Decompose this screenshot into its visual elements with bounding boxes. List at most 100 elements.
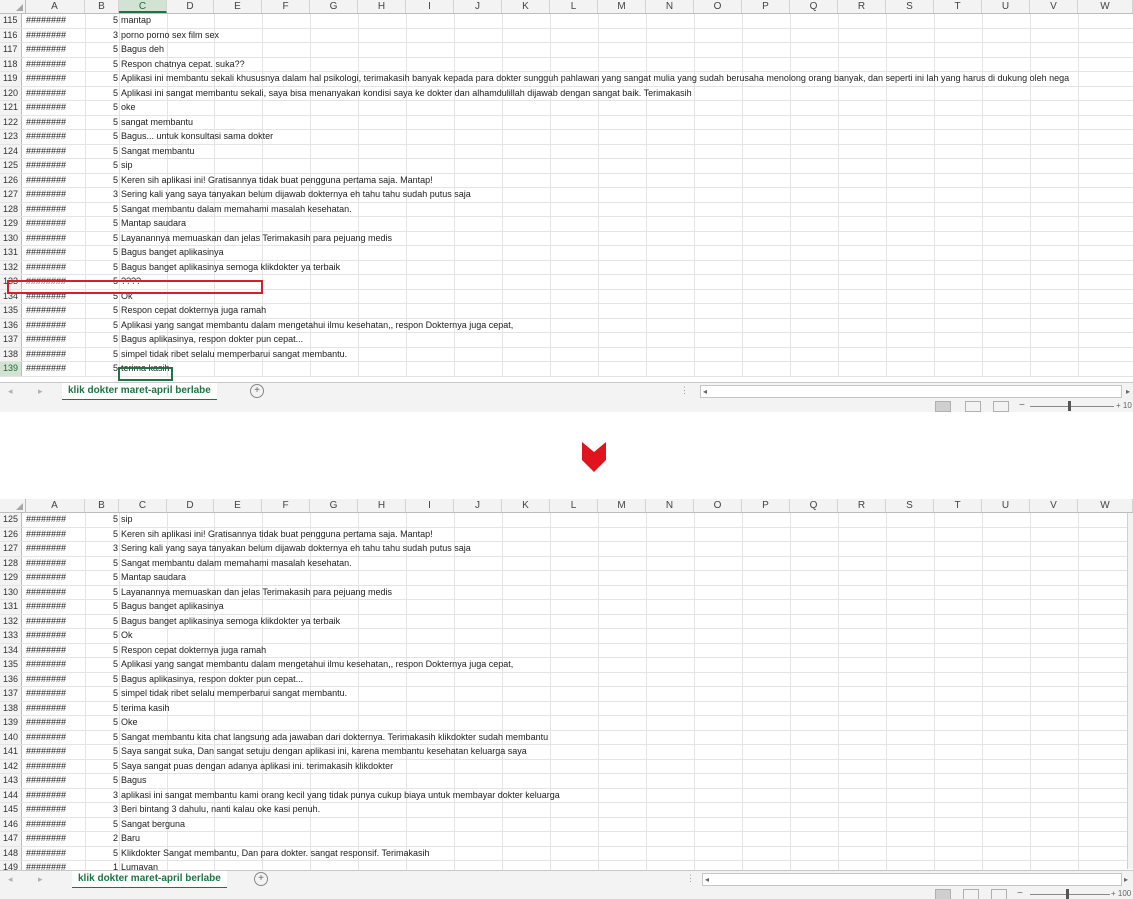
scroll-left-icon[interactable]: ◂ bbox=[705, 874, 709, 885]
row-number[interactable]: 123 bbox=[0, 130, 22, 144]
row-number[interactable]: 131 bbox=[0, 600, 22, 614]
date-cell[interactable]: ######## bbox=[26, 43, 66, 56]
row-number[interactable]: 115 bbox=[0, 14, 22, 28]
row-number[interactable]: 138 bbox=[0, 701, 22, 715]
date-cell[interactable]: ######## bbox=[26, 847, 66, 860]
date-cell[interactable]: ######## bbox=[26, 333, 66, 346]
date-cell[interactable]: ######## bbox=[26, 818, 66, 831]
date-cell[interactable]: ######## bbox=[26, 803, 66, 816]
scroll-left-icon[interactable]: ◂ bbox=[703, 386, 707, 397]
review-text-cell[interactable]: Sangat membantu dalam memahami masalah k… bbox=[121, 557, 352, 570]
review-text-cell[interactable]: Mantap saudara bbox=[121, 217, 186, 230]
review-text-cell[interactable]: sip bbox=[121, 159, 133, 172]
add-sheet-button[interactable]: + bbox=[254, 872, 268, 886]
column-header-n[interactable]: N bbox=[646, 0, 694, 13]
review-text-cell[interactable]: Layanannya memuaskan dan jelas Terimakas… bbox=[121, 232, 392, 245]
page-break-icon[interactable] bbox=[991, 889, 1007, 899]
review-text-cell[interactable]: simpel tidak ribet selalu memperbarui sa… bbox=[121, 687, 347, 700]
row-number[interactable]: 141 bbox=[0, 745, 22, 759]
review-text-cell[interactable]: Sering kali yang saya tanyakan belum dij… bbox=[121, 542, 471, 555]
row-number[interactable]: 145 bbox=[0, 803, 22, 817]
date-cell[interactable]: ######## bbox=[26, 615, 66, 628]
date-cell[interactable]: ######## bbox=[26, 130, 66, 143]
review-text-cell[interactable]: Layanannya memuaskan dan jelas Terimakas… bbox=[121, 586, 392, 599]
date-cell[interactable]: ######## bbox=[26, 203, 66, 216]
rating-cell[interactable]: 5 bbox=[86, 716, 118, 729]
rating-cell[interactable]: 5 bbox=[86, 513, 118, 526]
date-cell[interactable]: ######## bbox=[26, 58, 66, 71]
date-cell[interactable]: ######## bbox=[26, 629, 66, 642]
column-header-q[interactable]: Q bbox=[790, 0, 838, 13]
date-cell[interactable]: ######## bbox=[26, 731, 66, 744]
column-header-g[interactable]: G bbox=[310, 0, 358, 13]
review-text-cell[interactable]: Ok bbox=[121, 629, 133, 642]
review-text-cell[interactable]: Aplikasi ini sangat membantu sekali, say… bbox=[121, 87, 692, 100]
column-header-o[interactable]: O bbox=[694, 0, 742, 13]
column-header-j[interactable]: J bbox=[454, 499, 502, 512]
column-header-a[interactable]: A bbox=[25, 499, 85, 512]
date-cell[interactable]: ######## bbox=[26, 832, 66, 845]
column-header-c[interactable]: C bbox=[119, 0, 167, 13]
column-header-i[interactable]: I bbox=[406, 499, 454, 512]
rating-cell[interactable]: 2 bbox=[86, 832, 118, 845]
date-cell[interactable]: ######## bbox=[26, 600, 66, 613]
row-number[interactable]: 135 bbox=[0, 658, 22, 672]
review-text-cell[interactable]: Beri bintang 3 dahulu, nanti kalau oke k… bbox=[121, 803, 320, 816]
column-header-l[interactable]: L bbox=[550, 499, 598, 512]
date-cell[interactable]: ######## bbox=[26, 232, 66, 245]
sheet-tab[interactable]: klik dokter maret-april berlabe bbox=[72, 871, 227, 889]
date-cell[interactable]: ######## bbox=[26, 174, 66, 187]
review-text-cell[interactable]: Sangat membantu dalam memahami masalah k… bbox=[121, 203, 352, 216]
zoom-thumb[interactable] bbox=[1068, 401, 1071, 411]
column-header-g[interactable]: G bbox=[310, 499, 358, 512]
row-number[interactable]: 137 bbox=[0, 687, 22, 701]
rating-cell[interactable]: 5 bbox=[86, 58, 118, 71]
review-text-cell[interactable]: Bagus banget aplikasinya semoga klikdokt… bbox=[121, 615, 340, 628]
rating-cell[interactable]: 5 bbox=[86, 557, 118, 570]
rating-cell[interactable]: 3 bbox=[86, 29, 118, 42]
column-header-u[interactable]: U bbox=[982, 0, 1030, 13]
review-text-cell[interactable]: Bagus bbox=[121, 774, 147, 787]
date-cell[interactable]: ######## bbox=[26, 774, 66, 787]
column-header-h[interactable]: H bbox=[358, 0, 406, 13]
rating-cell[interactable]: 5 bbox=[86, 745, 118, 758]
sheet-tab[interactable]: klik dokter maret-april berlabe bbox=[62, 383, 217, 401]
date-cell[interactable]: ######## bbox=[26, 217, 66, 230]
rating-cell[interactable]: 5 bbox=[86, 333, 118, 346]
date-cell[interactable]: ######## bbox=[26, 14, 66, 27]
row-number[interactable]: 128 bbox=[0, 556, 22, 570]
date-cell[interactable]: ######## bbox=[26, 716, 66, 729]
rating-cell[interactable]: 5 bbox=[86, 644, 118, 657]
rating-cell[interactable]: 5 bbox=[86, 43, 118, 56]
date-cell[interactable]: ######## bbox=[26, 644, 66, 657]
select-all-corner[interactable] bbox=[0, 499, 26, 512]
row-number[interactable]: 132 bbox=[0, 260, 22, 274]
column-header-e[interactable]: E bbox=[214, 0, 262, 13]
row-number[interactable]: 129 bbox=[0, 217, 22, 231]
date-cell[interactable]: ######## bbox=[26, 116, 66, 129]
row-number[interactable]: 130 bbox=[0, 231, 22, 245]
row-number[interactable]: 138 bbox=[0, 347, 22, 361]
review-text-cell[interactable]: Bagus banget aplikasinya bbox=[121, 246, 224, 259]
select-all-corner[interactable] bbox=[0, 0, 26, 13]
rating-cell[interactable]: 5 bbox=[86, 87, 118, 100]
rating-cell[interactable]: 3 bbox=[86, 803, 118, 816]
date-cell[interactable]: ######## bbox=[26, 304, 66, 317]
rating-cell[interactable]: 5 bbox=[86, 319, 118, 332]
rating-cell[interactable]: 3 bbox=[86, 542, 118, 555]
rating-cell[interactable]: 5 bbox=[86, 246, 118, 259]
page-layout-icon[interactable] bbox=[965, 401, 981, 412]
next-sheet-icon[interactable]: ▸ bbox=[38, 386, 43, 397]
column-header-w[interactable]: W bbox=[1078, 499, 1133, 512]
column-header-i[interactable]: I bbox=[406, 0, 454, 13]
review-text-cell[interactable]: Bagus... untuk konsultasi sama dokter bbox=[121, 130, 273, 143]
horizontal-scrollbar[interactable]: ◂ bbox=[700, 385, 1122, 398]
column-header-k[interactable]: K bbox=[502, 499, 550, 512]
column-header-f[interactable]: F bbox=[262, 499, 310, 512]
rating-cell[interactable]: 5 bbox=[86, 203, 118, 216]
date-cell[interactable]: ######## bbox=[26, 658, 66, 671]
rating-cell[interactable]: 5 bbox=[86, 760, 118, 773]
rating-cell[interactable]: 5 bbox=[86, 116, 118, 129]
rating-cell[interactable]: 5 bbox=[86, 130, 118, 143]
review-text-cell[interactable]: aplikasi ini sangat membantu kami orang … bbox=[121, 789, 560, 802]
